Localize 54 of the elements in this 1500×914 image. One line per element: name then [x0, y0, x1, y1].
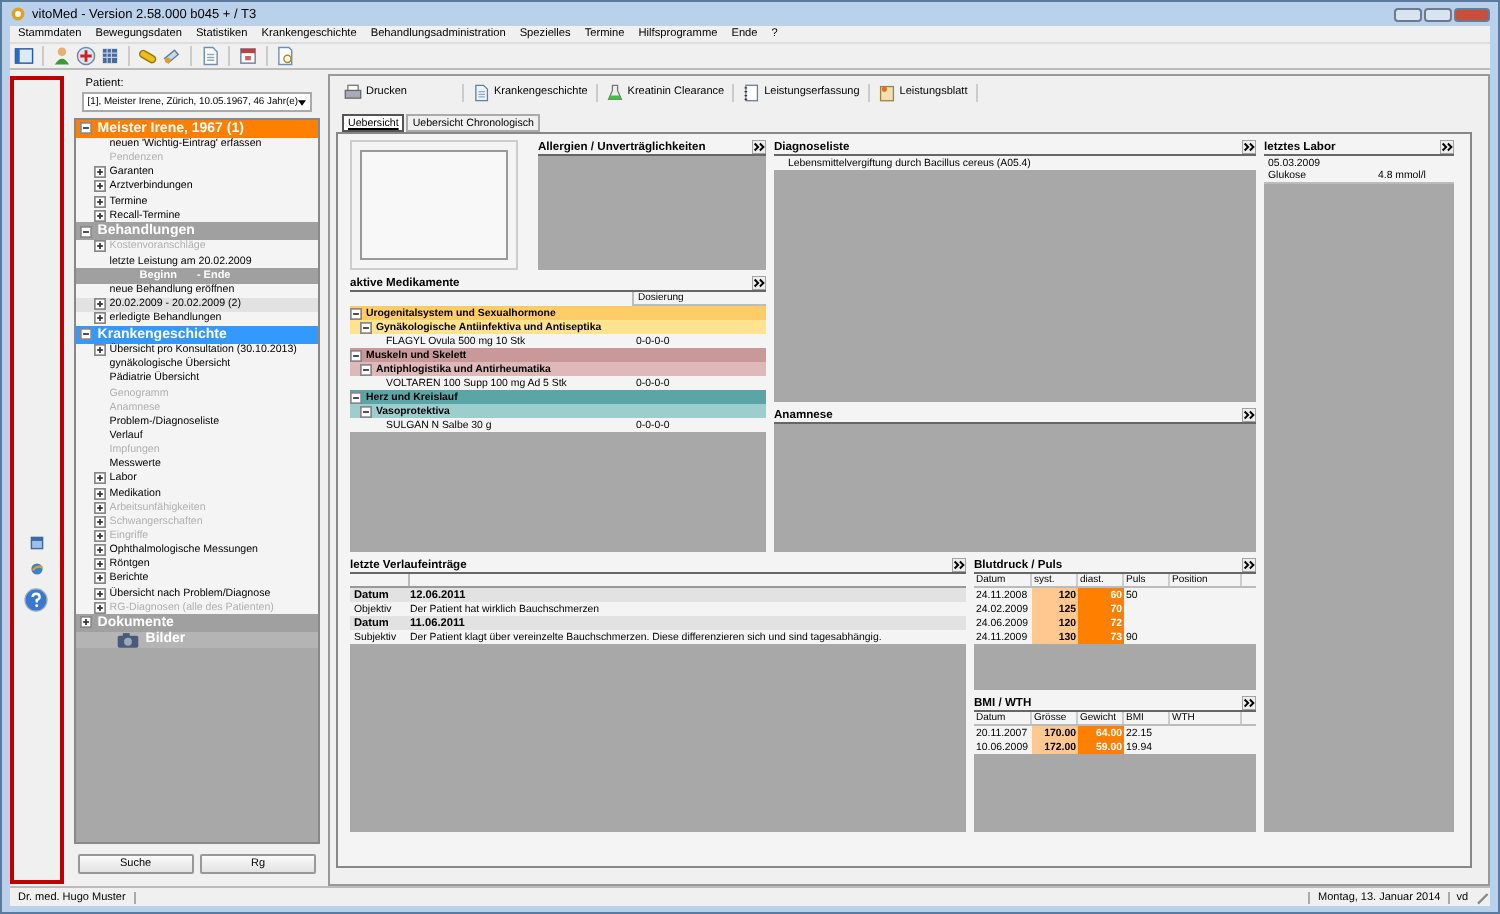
double-chevron-icon[interactable] [952, 558, 966, 572]
syringe-icon[interactable] [162, 46, 182, 66]
expand-icon[interactable] [93, 298, 106, 311]
document-search-icon[interactable] [276, 46, 296, 66]
window-icon[interactable] [29, 536, 44, 550]
collapse-icon[interactable] [79, 225, 92, 238]
expand-icon[interactable] [93, 558, 106, 571]
flask-icon [605, 83, 624, 101]
expand-icon[interactable] [93, 487, 106, 500]
double-chevron-icon[interactable] [1242, 696, 1256, 710]
pill-icon[interactable] [138, 46, 158, 66]
document-icon [472, 83, 490, 101]
expand-icon[interactable] [93, 472, 106, 485]
collapse-icon[interactable] [350, 391, 362, 403]
clipboard-icon [877, 83, 896, 101]
printer-icon [344, 83, 362, 101]
collapse-icon[interactable] [79, 328, 92, 341]
window-icon[interactable] [14, 46, 34, 66]
app-icon [10, 6, 26, 22]
expand-icon[interactable] [93, 344, 106, 357]
double-chevron-icon[interactable] [752, 276, 766, 290]
double-chevron-icon[interactable] [752, 140, 766, 154]
expand-icon[interactable] [93, 209, 106, 222]
collapse-icon[interactable] [360, 405, 372, 417]
close-button[interactable] [1454, 7, 1490, 21]
double-chevron-icon[interactable] [1242, 558, 1256, 572]
help-icon[interactable] [24, 588, 49, 612]
notebook-icon [742, 83, 761, 101]
first-aid-icon[interactable] [76, 46, 96, 66]
collapse-icon[interactable] [350, 349, 362, 361]
expand-icon[interactable] [93, 180, 106, 193]
collapse-icon[interactable] [360, 363, 372, 375]
expand-icon[interactable] [93, 195, 106, 208]
document-icon[interactable] [200, 46, 220, 66]
person-icon[interactable] [52, 46, 72, 66]
camera-icon [115, 631, 140, 648]
expand-icon[interactable] [93, 587, 106, 599]
calendar-icon[interactable] [238, 46, 258, 66]
double-chevron-icon[interactable] [1242, 408, 1256, 422]
double-chevron-icon[interactable] [1242, 140, 1256, 154]
minimize-button[interactable] [1394, 7, 1422, 21]
double-chevron-icon[interactable] [1440, 140, 1454, 154]
collapse-icon[interactable] [79, 122, 92, 135]
globe-icon[interactable] [29, 562, 44, 576]
expand-icon[interactable] [93, 312, 106, 325]
collapse-icon[interactable] [350, 307, 362, 319]
grid-icon[interactable] [100, 46, 120, 66]
maximize-button[interactable] [1424, 7, 1452, 21]
dropdown-arrow-icon [298, 99, 306, 105]
expand-icon[interactable] [79, 616, 92, 629]
collapse-icon[interactable] [360, 321, 372, 333]
expand-icon[interactable] [93, 572, 106, 585]
expand-icon[interactable] [93, 544, 106, 557]
expand-icon[interactable] [93, 166, 106, 179]
